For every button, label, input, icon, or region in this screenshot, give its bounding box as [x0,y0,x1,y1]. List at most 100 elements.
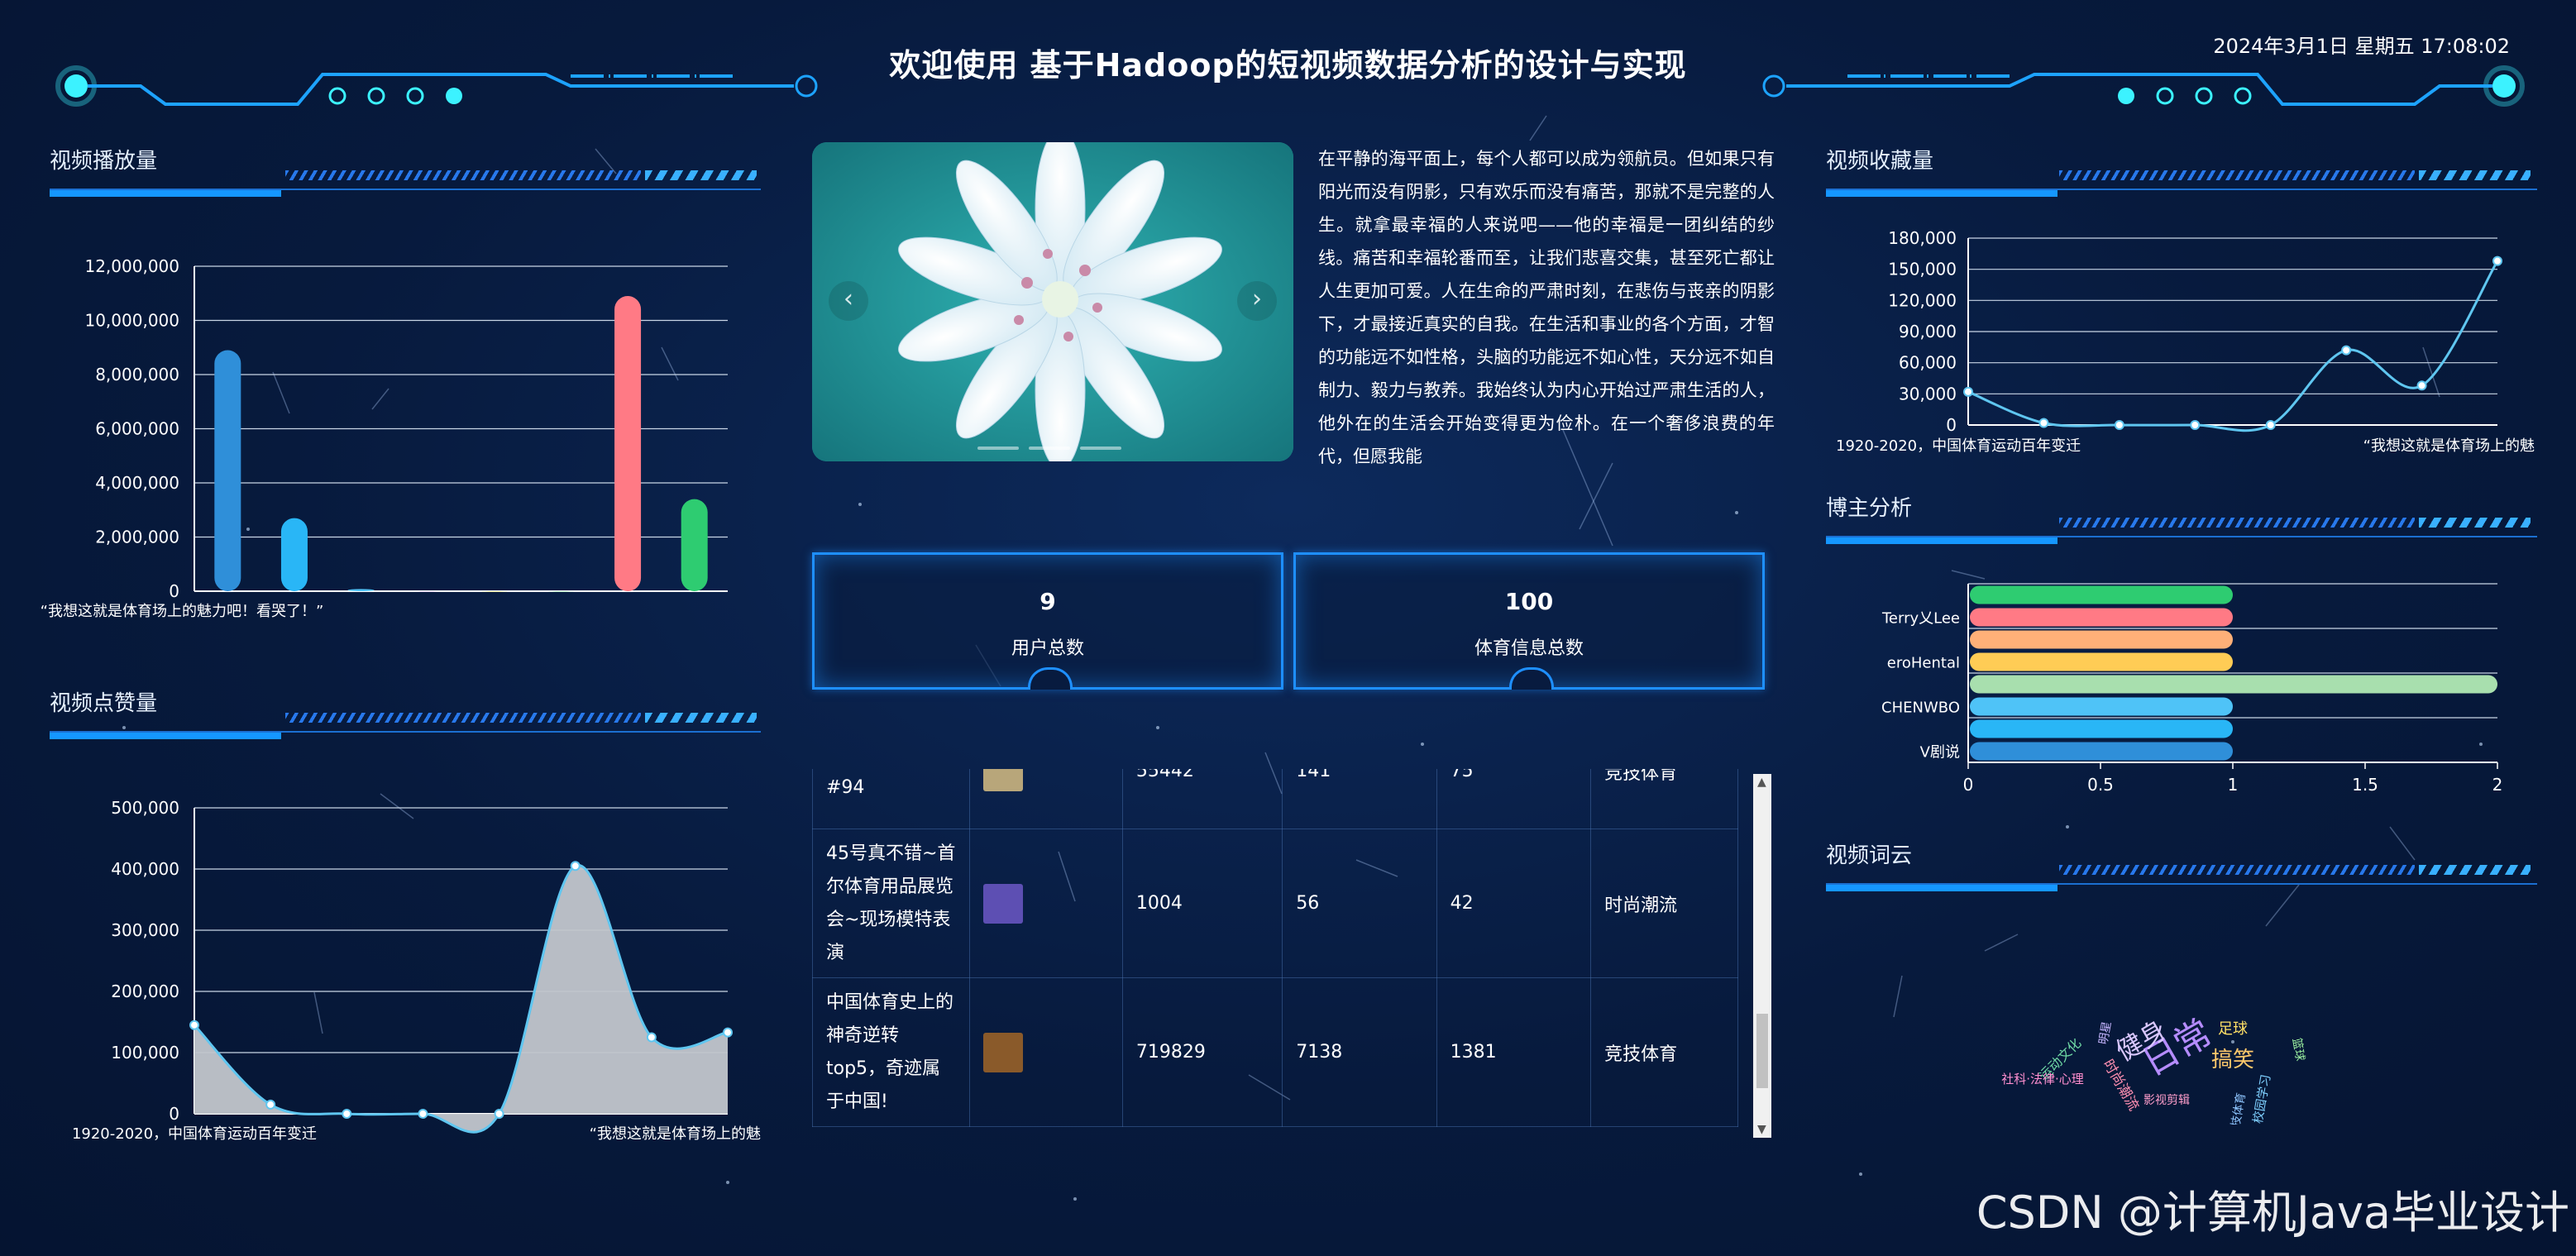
carousel-dot[interactable] [1029,447,1070,450]
video-thumbnail[interactable] [983,769,1024,791]
favorites-panel-title: 视频收藏量 [1826,149,1934,174]
bar [1970,585,2233,604]
table-row[interactable]: 中国体育史上的神奇逆转top5，奇迹属于中国! 719829 7138 1381 竞技体… [812,977,1738,1127]
likes-panel-title: 视频点赞量 [50,691,158,716]
bar [1970,675,2497,694]
data-point [2190,420,2201,430]
bar [1970,742,2233,761]
data-point [2492,255,2502,266]
bar [480,591,508,592]
scrollbar-thumb[interactable] [1756,1014,1768,1088]
x-tick-label: “我想这就是体育场上的魅 [590,1125,761,1143]
bar [414,591,442,592]
word-cloud-word: 足球 [2218,1020,2248,1038]
video-thumbnail[interactable] [983,883,1024,924]
table-row[interactable]: 45号真不错~首尔体育用品展览会~现场模特表演 1004 56 42 时尚潮流 [812,829,1738,978]
carousel-next-button[interactable]: › [1237,281,1277,321]
series-line [1967,260,2499,432]
data-point [2038,418,2049,428]
carousel-indicators [977,447,1121,450]
favorites-hatch-accent [2419,170,2531,180]
video-title-cell: 中国体育史上的神奇逆转top5，奇迹属于中国! [812,977,971,1127]
data-point [189,1020,199,1030]
data-point [646,1032,657,1043]
data-point [570,861,581,872]
bar [1970,608,2233,627]
plays-hatch-accent [645,170,757,180]
y-category-label: eroHental [1887,655,1960,672]
data-point [342,1109,352,1119]
csdn-watermark: CSDN @计算机Java毕业设计 [1976,1187,2569,1239]
datetime-display: 2024年3月1日 星期五 17:08:02 [2213,35,2510,58]
word-cloud-word: 时尚潮流 [2100,1057,2142,1114]
y-tick-label: 100,000 [111,1043,179,1063]
favorites-cell: 42 [1436,829,1592,978]
bar [614,296,642,591]
area-fill [194,865,728,1133]
bloggers-title-bar [1826,537,2057,544]
video-thumbnail-cell [969,769,1123,829]
favorites-title-line [1826,189,2537,190]
word-cloud-word: 篮球 [2290,1037,2307,1062]
carousel-dot[interactable] [977,447,1019,450]
y-tick-label: 2,000,000 [95,528,179,547]
x-tick-label: 0.5 [2087,775,2114,795]
y-tick-label: 180,000 [1888,228,1957,248]
video-thumbnail-cell [969,977,1123,1127]
scroll-down-icon[interactable]: ▼ [1757,1123,1766,1136]
bar [280,518,308,591]
wordcloud-panel-title: 视频词云 [1826,843,1913,868]
y-tick-label: 4,000,000 [95,473,179,493]
y-tick-label: 500,000 [111,798,179,818]
data-point [1963,386,1973,397]
data-point [723,1027,733,1038]
x-tick-label: 1.5 [2352,775,2378,795]
bar [547,591,575,592]
page-title: 欢迎使用 基于Hadoop的短视频数据分析的设计与实现 [889,47,1687,84]
plays-panel-title: 视频播放量 [50,149,158,174]
plays-cell: 55442 [1121,769,1283,829]
plays-title-line [50,189,761,190]
likes-cell: 56 [1282,829,1437,978]
y-tick-label: 10,000,000 [84,311,179,331]
data-point [265,1099,276,1110]
y-category-label: CHENWBO [1881,700,1960,717]
table-scrollbar[interactable]: ▲ ▼ [1753,774,1771,1138]
bar [347,589,375,591]
stat-card-users: 9 用户总数 [812,552,1283,690]
x-tick-label: 1 [2228,775,2239,795]
bloggers-hatch-accent [2419,518,2531,528]
stat-card-sports-info: 100 体育信息总数 [1293,552,1765,690]
bloggers-title-line [1826,536,2537,537]
flower-image [812,142,1293,461]
likes-hatch-accent [645,713,757,723]
favorites-cell: 75 [1436,769,1592,829]
data-point [418,1109,428,1119]
y-tick-label: 6,000,000 [95,419,179,439]
bar [214,350,241,591]
y-tick-label: 400,000 [111,859,179,879]
category-cell: 时尚潮流 [1590,829,1738,978]
likes-cell: 141 [1282,769,1437,829]
scroll-up-icon[interactable]: ▲ [1757,776,1766,789]
category-cell: 竞技体育 [1590,769,1738,829]
data-point [494,1109,504,1119]
wordcloud-title-bar [1826,885,2057,891]
likes-title-bar [50,733,281,739]
table-row[interactable]: 大的体育大赛 #94 5544214175竞技体育 [812,769,1738,829]
carousel-dot[interactable] [1080,447,1121,450]
word-cloud: 日常健身 搞笑足球运动文化 时尚潮流社科·法律·心理 校园学习影视剪辑 竞技体育篮球明星 [2001,1011,2307,1125]
x-tick-label: 1920-2020，中国体育运动百年变迁 [1836,437,2081,455]
video-title-cell: 大的体育大赛 #94 [812,769,971,829]
video-thumbnail[interactable] [983,1032,1024,1072]
card-notch [1509,667,1554,690]
image-carousel[interactable]: ‹ › [812,142,1293,461]
y-tick-label: 200,000 [111,981,179,1001]
card-notch [1028,667,1073,690]
plays-bar-chart: 0 2,000,000 4,000,000 6,000,000 8,000,000 10,… [41,256,728,620]
y-category-label: V剧说 [1920,744,1960,762]
video-table[interactable]: 大的体育大赛 #945544214175竞技体育45号真不错~首尔体育用品展览会… [812,769,1773,1134]
video-title-cell: 45号真不错~首尔体育用品展览会~现场模特表演 [812,829,971,978]
carousel-prev-button[interactable]: ‹ [829,281,868,321]
bar [1970,652,2233,671]
